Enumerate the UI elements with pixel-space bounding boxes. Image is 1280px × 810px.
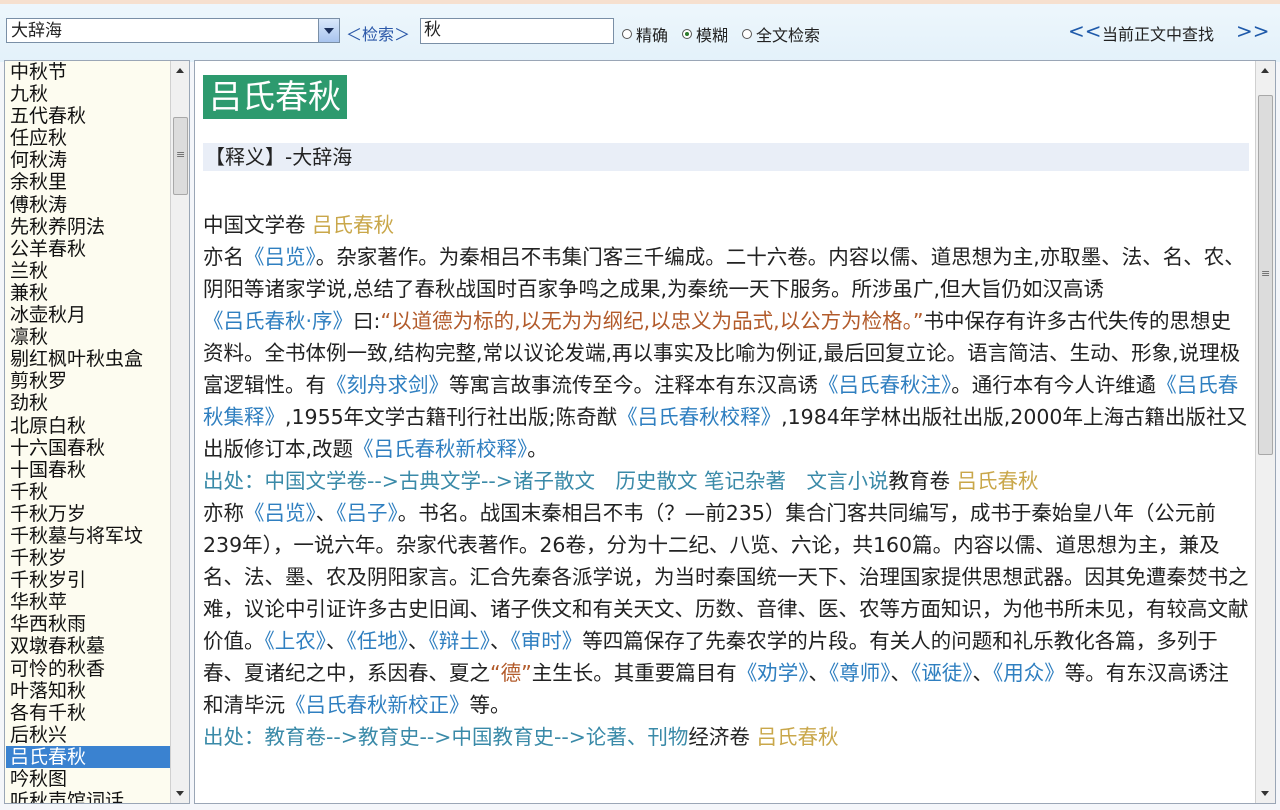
radio-icon[interactable]	[742, 29, 752, 39]
list-item[interactable]: 叶落知秋	[6, 680, 170, 702]
ref-link[interactable]: 《吕氏春秋校释》	[617, 405, 781, 429]
ref-link[interactable]: 《刻舟求剑》	[326, 373, 449, 397]
list-item[interactable]: 北原白秋	[6, 415, 170, 437]
list-item[interactable]: 余秋里	[6, 171, 170, 193]
section-heading: 中国文学卷 吕氏春秋	[203, 213, 395, 237]
ref-link[interactable]: 《吕氏春秋注》	[818, 373, 951, 397]
word-list-pane: 中秋节 九秋 五代春秋 任应秋 何秋涛 余秋里 傅秋涛 先秋养阴法 公羊春秋 兰秋 兼秋 冰壶秋月 凛秋…	[4, 60, 190, 804]
top-border	[0, 0, 1280, 4]
ref-link[interactable]: 《吕子》	[336, 501, 398, 525]
find-in-text-label: 当前正文中查找	[1102, 25, 1215, 44]
definition-paragraph: 亦名《吕览》。杂家著作。为秦相吕不韦集门客三千编成。二十六卷。内容以儒、道思想为…	[203, 245, 1247, 461]
list-item[interactable]: 剪秋罗	[6, 370, 170, 392]
radio-icon[interactable]	[622, 29, 632, 39]
list-item[interactable]: 吟秋图	[6, 768, 170, 790]
find-next-button[interactable]: >>	[1236, 19, 1270, 43]
entry-pane: 吕氏春秋 【释义】-大辞海 中国文学卷 吕氏春秋 亦名《吕览》。杂家著作。为秦相…	[194, 60, 1276, 804]
source-link[interactable]: 出处：中国文学卷-->古典文学-->诸子散文 历史散文 笔记杂著 文言小说	[203, 469, 888, 493]
list-item[interactable]: 凛秋	[6, 326, 170, 348]
definition-paragraph: 亦称《吕览》、《吕子》。书名。战国末秦相吕不韦（？—前235）集合门客共同编写，…	[203, 501, 1249, 717]
source-line: 出处：教育卷-->教育史-->中国教育史-->论著、刊物经济卷 吕氏春秋	[203, 725, 839, 749]
ref-link[interactable]: 《任地》	[347, 629, 409, 653]
list-item[interactable]: 各有千秋	[6, 702, 170, 724]
list-item[interactable]: 冰壶秋月	[6, 304, 170, 326]
word-list-scrollbar[interactable]	[170, 61, 189, 803]
chevron-down-icon[interactable]	[318, 19, 339, 42]
ref-link[interactable]: 《吕览》	[244, 245, 316, 269]
mode-exact-label: 精确	[636, 26, 669, 45]
search-label: ＜检索＞	[346, 25, 411, 44]
mode-fuzzy-radio[interactable]: 模糊	[682, 22, 728, 46]
list-item[interactable]: 剔红枫叶秋虫盒	[6, 348, 170, 370]
list-item[interactable]: 千秋万岁	[6, 503, 170, 525]
entry-body: 中国文学卷 吕氏春秋 亦名《吕览》。杂家著作。为秦相吕不韦集门客三千编成。二十六…	[203, 209, 1249, 753]
list-item[interactable]: 傅秋涛	[6, 194, 170, 216]
ref-link[interactable]: 《尊师》	[829, 661, 891, 685]
mode-fulltext-label: 全文检索	[756, 26, 821, 45]
entry-scrollbar[interactable]	[1255, 61, 1275, 803]
mode-fulltext-radio[interactable]: 全文检索	[742, 22, 820, 46]
list-item[interactable]: 九秋	[6, 83, 170, 105]
list-item[interactable]: 千秋岁	[6, 547, 170, 569]
scroll-up-icon[interactable]	[1261, 68, 1269, 73]
ref-link[interactable]: 《审时》	[511, 629, 583, 653]
list-item[interactable]: 吕氏春秋	[6, 745, 170, 768]
ref-link[interactable]: 《诬徒》	[911, 661, 973, 685]
list-item[interactable]: 华西秋雨	[6, 613, 170, 635]
scroll-down-icon[interactable]	[1261, 791, 1269, 796]
list-item[interactable]: 十六国春秋	[6, 437, 170, 459]
list-item[interactable]: 后秋兴	[6, 724, 170, 746]
list-item[interactable]: 可怜的秋香	[6, 658, 170, 680]
search-input[interactable]: 秋	[420, 18, 614, 44]
radio-selected-icon[interactable]	[682, 29, 692, 39]
scroll-thumb[interactable]	[173, 117, 188, 195]
mode-fuzzy-label: 模糊	[696, 26, 729, 45]
dictionary-select[interactable]: 大辞海	[6, 18, 340, 43]
ref-link[interactable]: 《吕氏春秋新校正》	[285, 693, 470, 717]
list-item[interactable]: 兰秋	[6, 260, 170, 282]
word-list: 中秋节 九秋 五代春秋 任应秋 何秋涛 余秋里 傅秋涛 先秋养阴法 公羊春秋 兰秋 兼秋 冰壶秋月 凛秋…	[6, 61, 170, 803]
scroll-up-icon[interactable]	[176, 68, 184, 73]
find-prev-button[interactable]: <<	[1068, 19, 1102, 43]
toolbar: 大辞海 ＜检索＞ 秋 精确 模糊 全文检索 << 当前正文中查找 >>	[0, 0, 1280, 62]
dictionary-select-value: 大辞海	[11, 21, 62, 41]
list-item[interactable]: 中秋节	[6, 61, 170, 83]
ref-link[interactable]: 《吕氏春秋·序》	[203, 309, 353, 333]
list-item[interactable]: 千秋	[6, 481, 170, 503]
source-link[interactable]: 出处：教育卷-->教育史-->中国教育史-->论著、刊物	[203, 725, 688, 749]
list-item[interactable]: 任应秋	[6, 127, 170, 149]
list-item[interactable]: 华秋苹	[6, 591, 170, 613]
list-item[interactable]: 千秋墓与将军坟	[6, 525, 170, 547]
list-item[interactable]: 听秋声馆词话	[6, 790, 170, 803]
entry-content: 吕氏春秋 【释义】-大辞海 中国文学卷 吕氏春秋 亦名《吕览》。杂家著作。为秦相…	[203, 75, 1249, 753]
list-item[interactable]: 何秋涛	[6, 149, 170, 171]
list-item[interactable]: 双墩春秋墓	[6, 635, 170, 657]
entry-title: 吕氏春秋	[203, 75, 347, 119]
scroll-thumb[interactable]	[1258, 95, 1273, 455]
definition-header: 【释义】-大辞海	[203, 143, 1249, 171]
ref-link[interactable]: 《劝学》	[737, 661, 809, 685]
scroll-down-icon[interactable]	[176, 791, 184, 796]
list-item[interactable]: 兼秋	[6, 282, 170, 304]
ref-link[interactable]: 《吕览》	[244, 501, 316, 525]
ref-link[interactable]: 《吕氏春秋新校释》	[353, 437, 527, 461]
list-item[interactable]: 劲秋	[6, 392, 170, 414]
ref-link[interactable]: 《辩土》	[429, 629, 491, 653]
list-item[interactable]: 十国春秋	[6, 459, 170, 481]
list-item[interactable]: 五代春秋	[6, 105, 170, 127]
list-item[interactable]: 先秋养阴法	[6, 216, 170, 238]
mode-exact-radio[interactable]: 精确	[622, 22, 668, 46]
ref-link[interactable]: 《上农》	[265, 629, 327, 653]
source-line: 出处：中国文学卷-->古典文学-->诸子散文 历史散文 笔记杂著 文言小说教育卷…	[203, 469, 1039, 493]
list-item[interactable]: 千秋岁引	[6, 569, 170, 591]
list-item[interactable]: 公羊春秋	[6, 238, 170, 260]
ref-link[interactable]: 《用众》	[993, 661, 1065, 685]
